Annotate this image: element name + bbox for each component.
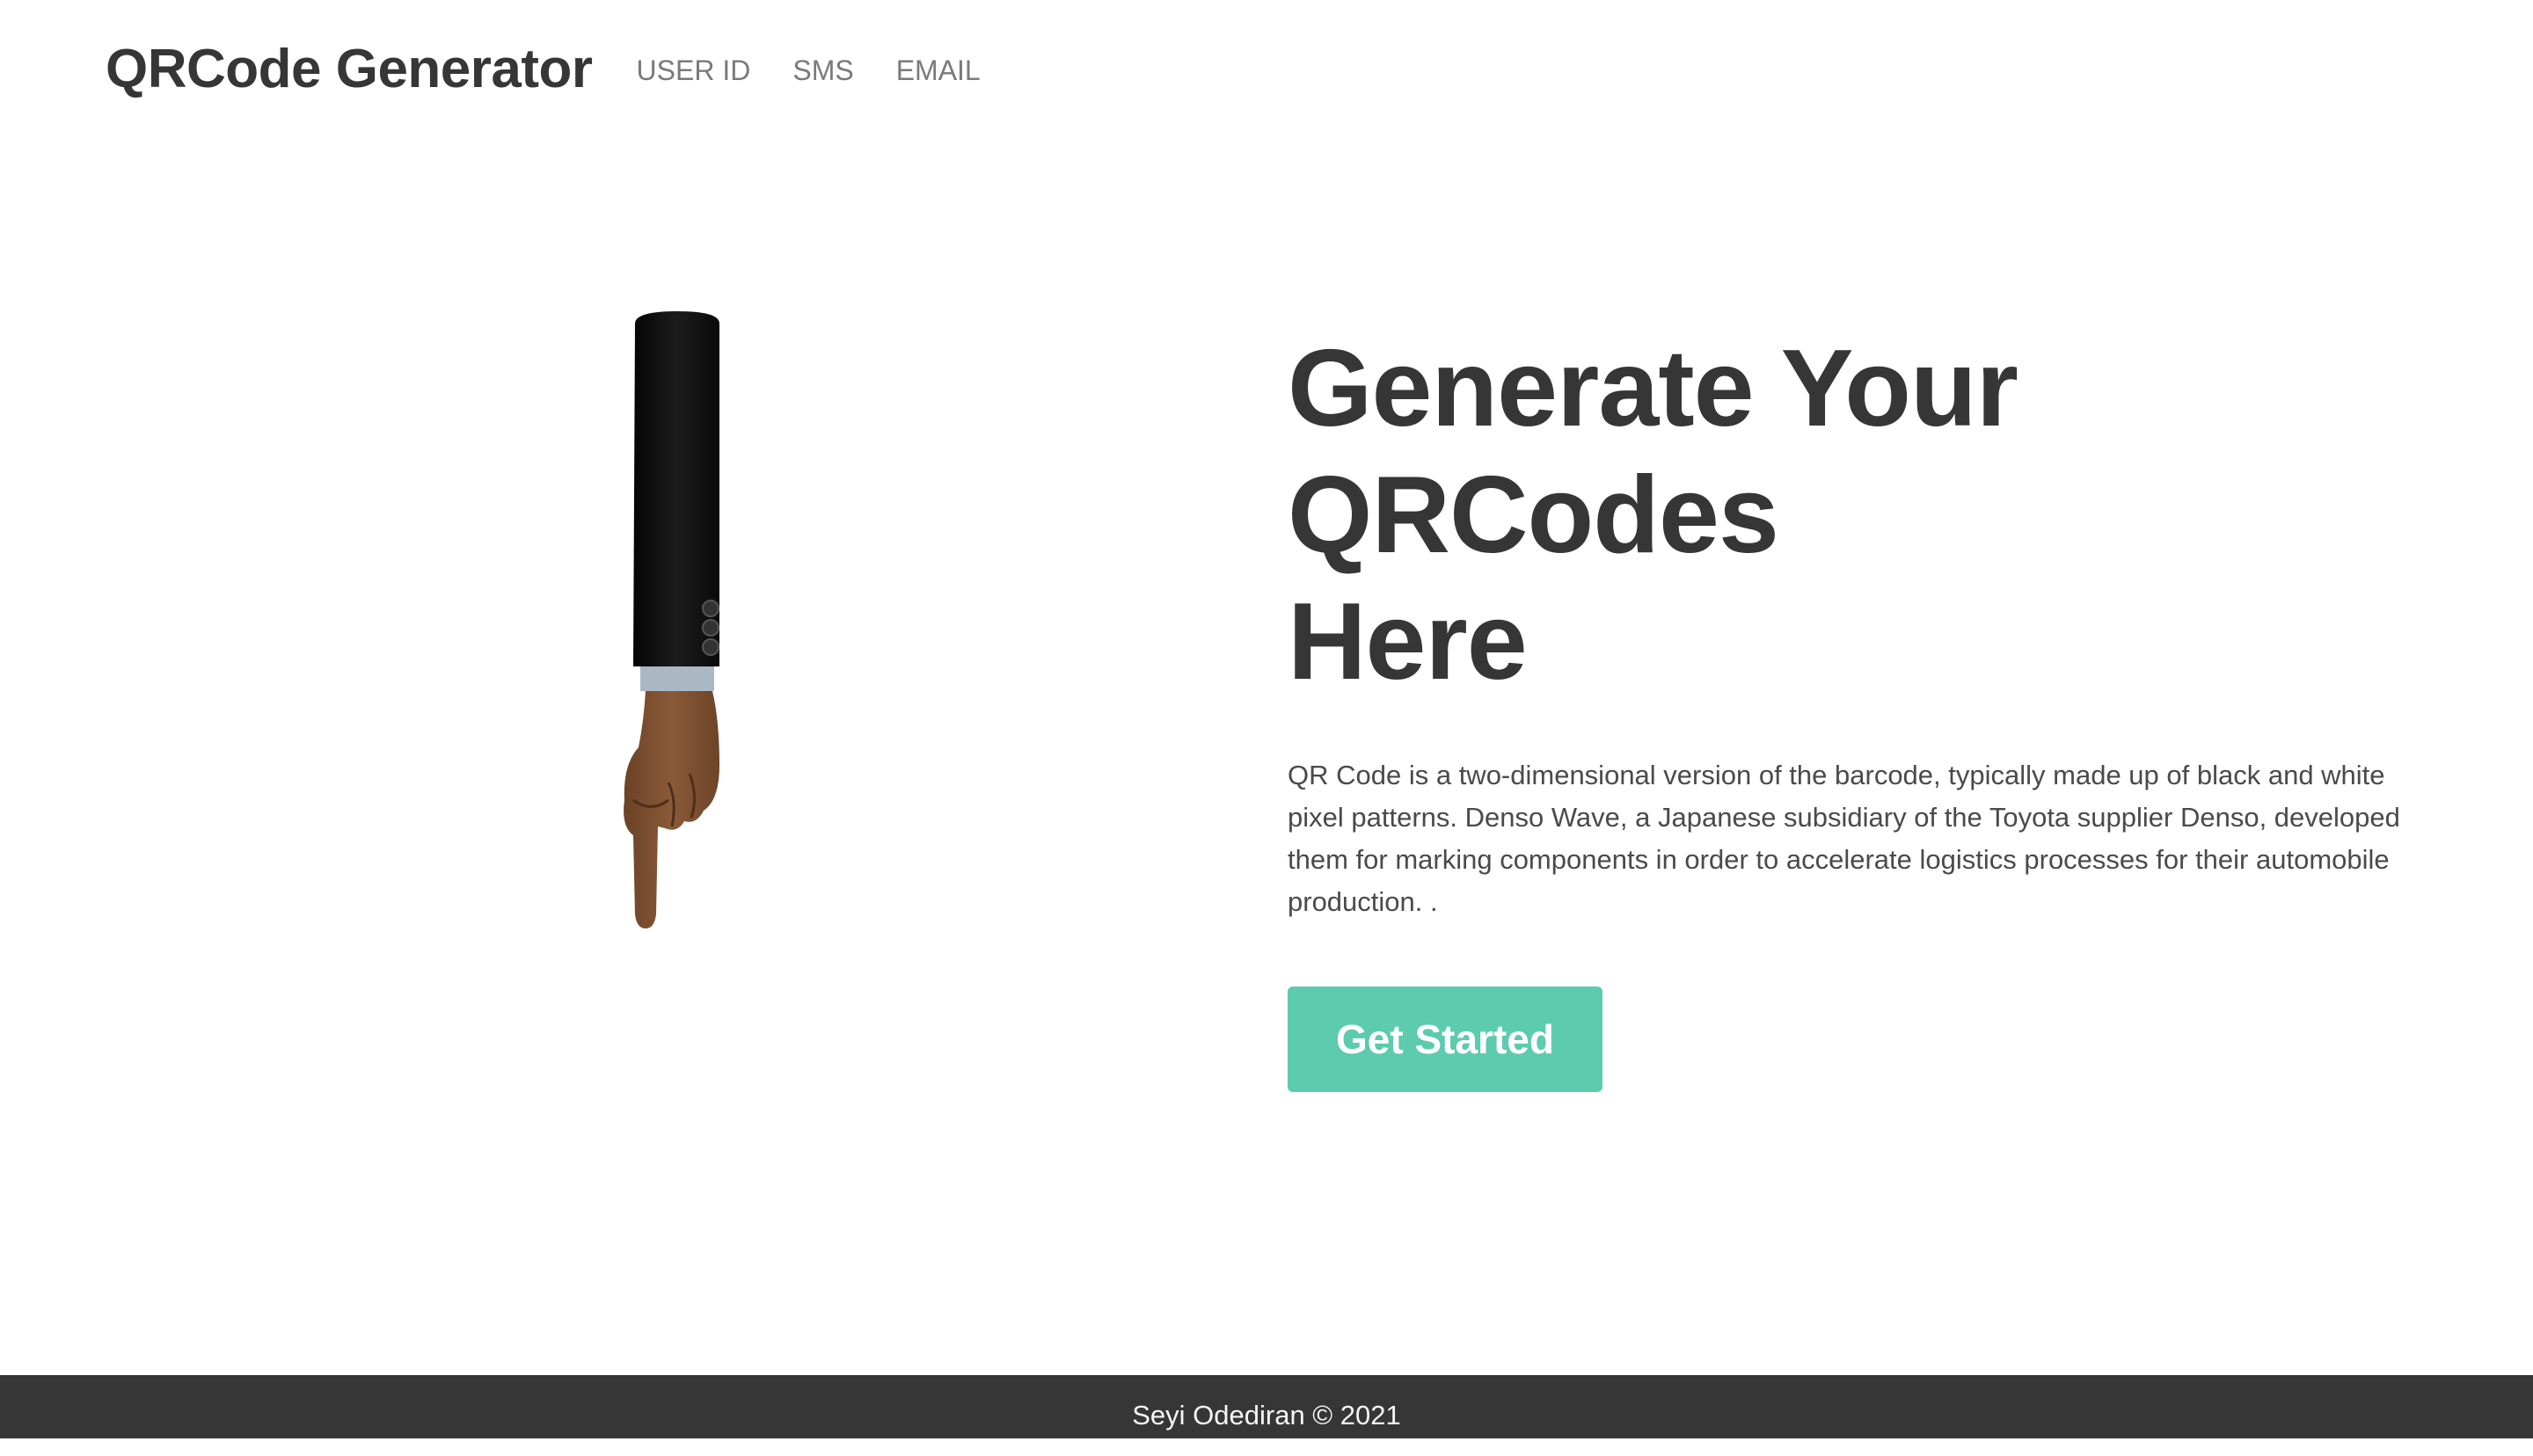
footer: Seyi Odediran © 2021	[0, 1375, 2533, 1438]
footer-copyright: Seyi Odediran © 2021	[1132, 1400, 1401, 1431]
get-started-button[interactable]: Get Started	[1288, 986, 1602, 1092]
hero-title-line-2: QRCodes	[1288, 455, 1779, 576]
hero-section: Generate Your QRCodes Here QR Code is a …	[1288, 325, 2431, 950]
hero-title-line-3: Here	[1288, 581, 1528, 703]
nav-link-email[interactable]: EMAIL	[896, 55, 981, 87]
pointing-hand-down-icon	[616, 308, 765, 932]
nav-link-user-id[interactable]: USER ID	[637, 55, 751, 87]
hero-title: Generate Your QRCodes Here	[1288, 325, 2431, 705]
hero-description: QR Code is a two-dimensional version of …	[1288, 760, 2400, 917]
brand-logo[interactable]: QRCode Generator	[106, 38, 593, 100]
navbar: QRCode Generator USER ID SMS EMAIL	[0, 0, 2533, 141]
nav-link-sms[interactable]: SMS	[792, 55, 853, 87]
hero-title-line-1: Generate Your	[1288, 328, 2018, 449]
